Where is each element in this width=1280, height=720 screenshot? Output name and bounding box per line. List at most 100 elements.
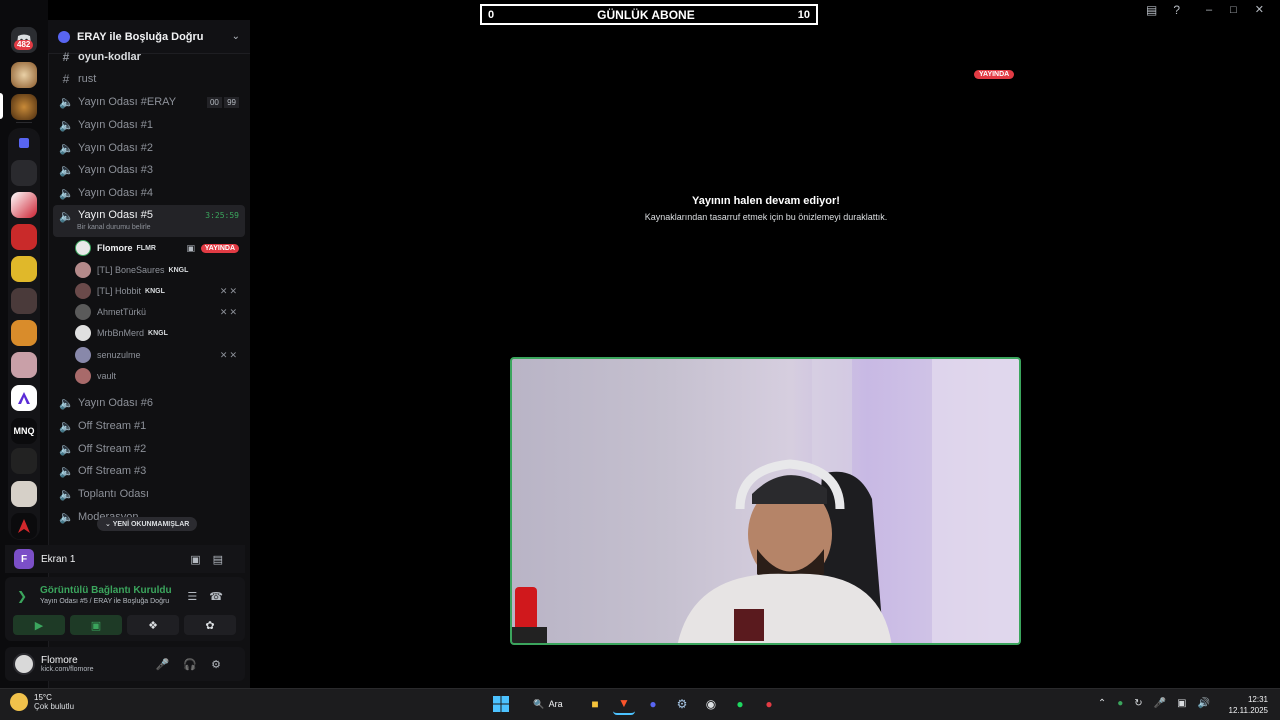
avatar [75, 347, 91, 363]
user-name: AhmetTürkü [97, 307, 147, 317]
folder-icon[interactable] [11, 130, 37, 156]
chevron-up-icon[interactable]: ⌃ [1098, 698, 1106, 709]
taskbar-clock[interactable]: 12:31 12.11.2025 [1229, 694, 1268, 716]
voice-user-flomore[interactable]: Flomore FLMR ▣ YAYINDA [75, 238, 245, 258]
file-explorer-icon[interactable]: ■ [584, 693, 606, 715]
server-icon-9[interactable] [11, 385, 37, 411]
server-icon-11[interactable] [11, 481, 37, 507]
voice-user-ahmetturku[interactable]: AhmetTürkü ✕✕ [75, 302, 245, 322]
spotify-icon[interactable]: ● [729, 693, 751, 715]
channel-label: Toplantı Odası [78, 488, 149, 500]
activities-button[interactable]: ❖ [127, 615, 179, 635]
speaker-icon: 🔈 [59, 419, 74, 433]
mute-deafen-icons: ✕✕ [219, 349, 239, 360]
channel-off-stream-2[interactable]: 🔈 Off Stream #2 [53, 438, 245, 460]
voice-user-mrbbnmerd[interactable]: MrbBnMerd KNGL [75, 323, 245, 343]
speaker-icon: 🔈 [59, 186, 74, 200]
server-icon-12[interactable] [11, 513, 37, 539]
user-name: vault [97, 371, 117, 381]
channel-yayin-1[interactable]: 🔈 Yayın Odası #1 [53, 114, 245, 136]
screen-share-button[interactable]: ▣ [70, 615, 122, 635]
volume-icon[interactable]: 🔊 [1198, 698, 1210, 709]
brave-browser-icon[interactable]: ▼ [613, 693, 635, 715]
voice-controls[interactable]: ☰☎ [187, 590, 235, 603]
guild-boost-icon [58, 30, 70, 43]
channel-rust[interactable]: # rust [53, 68, 245, 90]
inbox-icon[interactable]: ▤ [1146, 3, 1157, 17]
sync-icon[interactable]: ↻ [1134, 698, 1142, 709]
server-icon-2[interactable] [11, 160, 37, 186]
avatar [75, 262, 91, 278]
voice-user-hobbit[interactable]: [TL] Hobbit KNGL ✕✕ [75, 281, 245, 301]
channel-off-stream-1[interactable]: 🔈 Off Stream #1 [53, 415, 245, 437]
camera-button[interactable]: ▶ [13, 615, 65, 635]
server-icon-7[interactable] [11, 320, 37, 346]
server-icon-3[interactable] [11, 192, 37, 218]
server-icon-6[interactable] [11, 288, 37, 314]
mute-deafen-icons: ✕✕ [219, 306, 239, 317]
channel-oyun-kodlar[interactable]: # oyun-kodlar [53, 46, 245, 68]
clan-tag: KNGL [168, 266, 189, 274]
speaker-icon: 🔈 [59, 464, 74, 478]
channel-yayin-2[interactable]: 🔈 Yayın Odası #2 [53, 137, 245, 159]
avatar[interactable] [13, 653, 35, 675]
server-icon-active[interactable] [11, 94, 37, 120]
server-icon-mnq[interactable]: MNQ [11, 418, 37, 444]
maximize-icon[interactable]: □ [1230, 4, 1237, 16]
channel-label: Off Stream #3 [78, 465, 147, 477]
network-icon[interactable]: ▣ [1177, 698, 1186, 709]
stream-paused-sub: Kaynaklarından tasarruf etmek için bu ön… [644, 212, 888, 222]
connection-status[interactable]: Görüntülü Bağlantı Kuruldu [40, 585, 172, 596]
tray-app-icon[interactable]: ● [1117, 698, 1123, 709]
active-server-pill [0, 93, 3, 119]
speaker-icon: 🔈 [59, 487, 74, 501]
signal-icon[interactable]: ❯ [17, 589, 27, 603]
screen-avatar: F [14, 549, 34, 569]
channel-status[interactable]: Bir kanal durumu belirle [77, 224, 151, 231]
camera-tile[interactable] [510, 357, 1021, 645]
avatar [75, 325, 91, 341]
search-label: Ara [548, 699, 563, 709]
channel-label: Yayın Odası #6 [78, 397, 154, 409]
server-icon-10[interactable] [11, 448, 37, 474]
server-icon-5[interactable] [11, 256, 37, 282]
close-icon[interactable]: ✕ [1255, 3, 1264, 16]
channel-yayin-eray[interactable]: 🔈 Yayın Odası #ERAY 00 99 [53, 91, 245, 113]
connection-channel[interactable]: Yayın Odası #5 / ERAY ile Boşluğa Doğru [40, 598, 169, 605]
avatar [75, 304, 91, 320]
channel-yayin-4[interactable]: 🔈 Yayın Odası #4 [53, 182, 245, 204]
weather-widget[interactable]: 15°C Çok bulutlu [10, 693, 74, 711]
server-icon-1[interactable] [11, 62, 37, 88]
new-unreads-pill[interactable]: ⌄ YENİ OKUNMAMIŞLAR [97, 517, 198, 531]
speaker-icon: 🔈 [59, 209, 74, 223]
minimize-icon[interactable]: – [1206, 4, 1212, 16]
server-icon-4[interactable] [11, 224, 37, 250]
obs-icon[interactable]: ◉ [700, 693, 722, 715]
steam-icon[interactable]: ⚙ [671, 693, 693, 715]
channel-yayin-3[interactable]: 🔈 Yayın Odası #3 [53, 159, 245, 181]
stream-paused-heading: Yayının halen devam ediyor! [692, 195, 840, 207]
avatar [75, 283, 91, 299]
help-icon[interactable]: ? [1173, 3, 1180, 17]
start-icon[interactable] [490, 693, 512, 715]
app-icon-red[interactable]: ● [758, 693, 780, 715]
taskbar-search[interactable]: 🔍 Ara [519, 693, 577, 715]
voice-user-bonesaures[interactable]: [TL] BoneSaures KNGL [75, 260, 245, 280]
discord-taskbar-icon[interactable]: ● [642, 693, 664, 715]
goal-target: 10 [797, 8, 810, 21]
server-icon-8[interactable] [11, 352, 37, 378]
user-controls[interactable]: 🎤🎧⚙ [156, 658, 235, 671]
voice-user-senuzulme[interactable]: senuzulme ✕✕ [75, 345, 245, 365]
screen-panel-buttons[interactable]: ▣▤ [190, 553, 235, 566]
top-icons: ▤ ? [1146, 3, 1180, 17]
voice-user-vault[interactable]: vault [75, 366, 245, 386]
speaker-icon: 🔈 [59, 141, 74, 155]
channel-off-stream-3[interactable]: 🔈 Off Stream #3 [53, 460, 245, 482]
channel-yayin-6[interactable]: 🔈 Yayın Odası #6 [53, 392, 245, 414]
channel-label: Yayın Odası #ERAY [78, 96, 177, 108]
channel-toplanti[interactable]: 🔈 Toplantı Odası [53, 483, 245, 505]
microphone-icon[interactable]: 🎤 [1154, 698, 1166, 709]
user-name: Flomore [41, 655, 78, 666]
soundboard-button[interactable]: ✿ [184, 615, 236, 635]
channel-yayin-5[interactable]: 🔈 Yayın Odası #5 3:25:59 [53, 205, 245, 237]
